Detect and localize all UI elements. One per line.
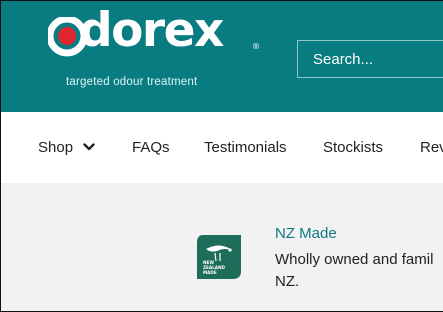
nav-item-label: Testimonials: [204, 139, 287, 156]
main-nav: Shop FAQs Testimonials Stockists Rev: [1, 112, 443, 184]
feature-body-line: NZ.: [275, 273, 300, 290]
nav-item-reviews[interactable]: Rev: [420, 139, 443, 156]
nav-item-stockists[interactable]: Stockists: [323, 139, 383, 156]
nav-item-testimonials[interactable]: Testimonials: [204, 139, 287, 156]
feature-body-line: Wholly owned and famil: [275, 251, 434, 268]
logo-wordmark: dorex: [79, 3, 224, 58]
chevron-down-icon: [83, 143, 95, 151]
feature-title: NZ Made: [275, 225, 337, 242]
search-input[interactable]: [297, 40, 443, 78]
nav-item-label: Stockists: [323, 139, 384, 156]
nav-item-label: FAQs: [132, 139, 170, 156]
nav-item-faqs[interactable]: FAQs: [132, 139, 170, 156]
site-header: dorex ® targeted odour treatment: [1, 1, 443, 112]
page-frame: dorex ® targeted odour treatment Shop FA…: [0, 0, 443, 312]
feature-section: NEW ZEALAND MADE NZ Made Wholly owned an…: [1, 183, 443, 311]
nav-item-shop[interactable]: Shop: [38, 139, 95, 156]
badge-text-3: MADE: [203, 270, 217, 275]
nz-made-badge-icon: NEW ZEALAND MADE: [197, 235, 241, 279]
site-logo[interactable]: dorex ® targeted odour treatment: [48, 7, 268, 105]
feature-body: Wholly owned and famil NZ.: [275, 249, 443, 293]
nav-item-label: Rev: [420, 139, 443, 156]
logo-tagline: targeted odour treatment: [66, 76, 198, 88]
registered-mark: ®: [252, 42, 260, 51]
nav-item-label: Shop: [38, 139, 74, 156]
